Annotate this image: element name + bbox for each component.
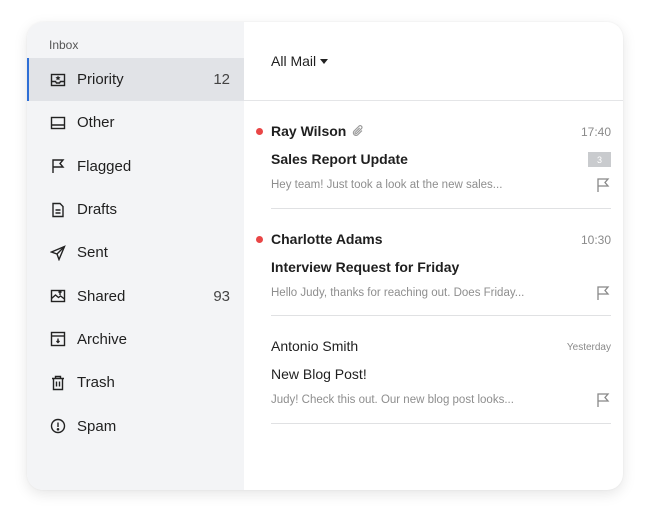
folder-list: Priority 12 Other Flagged Drafts Sent Sh… (27, 58, 244, 448)
message-time: 17:40 (580, 125, 611, 139)
priority-inbox-icon (50, 72, 66, 88)
sidebar-item-count: 12 (213, 71, 230, 89)
message-preview: Judy! Check this out. Our new blog post … (271, 394, 514, 406)
sidebar-item-label: Archive (77, 330, 128, 348)
paperclip-icon (351, 124, 365, 138)
sidebar: Inbox Priority 12 Other Flagged Drafts S… (27, 22, 244, 490)
sidebar-item-priority[interactable]: Priority 12 (27, 58, 244, 102)
sidebar-item-label: Priority (77, 71, 124, 89)
message-list-pane: All Mail Ray Wilson 17:40 Sales Report U… (244, 22, 623, 490)
message-preview: Hello Judy, thanks for reaching out. Doe… (271, 286, 525, 299)
trash-icon (50, 375, 66, 391)
draft-icon (50, 202, 66, 218)
tray-icon (50, 115, 66, 131)
message-row[interactable]: Charlotte Adams 10:30 Interview Request … (256, 209, 611, 316)
sidebar-item-count: 93 (213, 287, 230, 305)
sidebar-item-label: Shared (77, 287, 126, 305)
message-row[interactable]: Ray Wilson 17:40 Sales Report Update 3 H… (256, 101, 611, 209)
folder-filter-dropdown[interactable]: All Mail (271, 53, 329, 69)
message-time: Yesterday (566, 342, 611, 353)
sidebar-item-flagged[interactable]: Flagged (27, 145, 244, 188)
message-sender-row: Antonio Smith (271, 338, 358, 354)
sidebar-item-label: Sent (77, 244, 108, 262)
message-time: 10:30 (580, 232, 611, 247)
message-subject: Interview Request for Friday (271, 258, 460, 275)
flag-icon[interactable] (595, 392, 611, 408)
sidebar-item-spam[interactable]: Spam (27, 404, 244, 447)
sidebar-item-other[interactable]: Other (27, 101, 244, 144)
thread-count-badge: 3 (588, 152, 611, 167)
sidebar-item-label: Other (77, 114, 115, 132)
message-subject: Sales Report Update (271, 151, 408, 167)
sidebar-item-shared[interactable]: Shared 93 (27, 274, 244, 317)
flag-icon (50, 158, 66, 174)
message-sender: Ray Wilson (271, 123, 347, 139)
inbox-section-label: Inbox (49, 38, 79, 52)
sidebar-item-archive[interactable]: Archive (27, 318, 244, 361)
unread-dot-icon (256, 235, 263, 243)
message-preview: Hey team! Just took a look at the new sa… (271, 179, 503, 191)
message-sender: Charlotte Adams (271, 230, 383, 247)
spam-icon (50, 418, 66, 434)
message-list: Ray Wilson 17:40 Sales Report Update 3 H… (256, 101, 611, 424)
sidebar-item-sent[interactable]: Sent (27, 231, 244, 274)
flag-icon[interactable] (595, 285, 611, 301)
mail-app-window: Inbox Priority 12 Other Flagged Drafts S… (27, 22, 623, 490)
sidebar-item-label: Trash (77, 374, 115, 392)
message-subject: New Blog Post! (271, 366, 367, 382)
flag-icon[interactable] (595, 177, 611, 193)
sidebar-item-label: Spam (77, 417, 117, 435)
archive-icon (50, 331, 66, 347)
message-list-header: All Mail (244, 22, 623, 101)
message-sender-row: Ray Wilson (271, 123, 365, 139)
message-row[interactable]: Antonio Smith Yesterday New Blog Post! J… (271, 316, 611, 424)
sidebar-item-label: Drafts (77, 201, 118, 219)
sidebar-item-drafts[interactable]: Drafts (27, 188, 244, 231)
shared-icon (50, 288, 66, 304)
sidebar-item-trash[interactable]: Trash (27, 361, 244, 404)
folder-filter-label: All Mail (271, 53, 317, 69)
unread-dot-icon (256, 128, 263, 135)
message-sender: Antonio Smith (271, 338, 359, 354)
message-sender-row: Charlotte Adams (271, 231, 383, 247)
send-icon (50, 245, 66, 261)
caret-down-icon (320, 58, 329, 64)
sidebar-item-label: Flagged (77, 157, 132, 175)
